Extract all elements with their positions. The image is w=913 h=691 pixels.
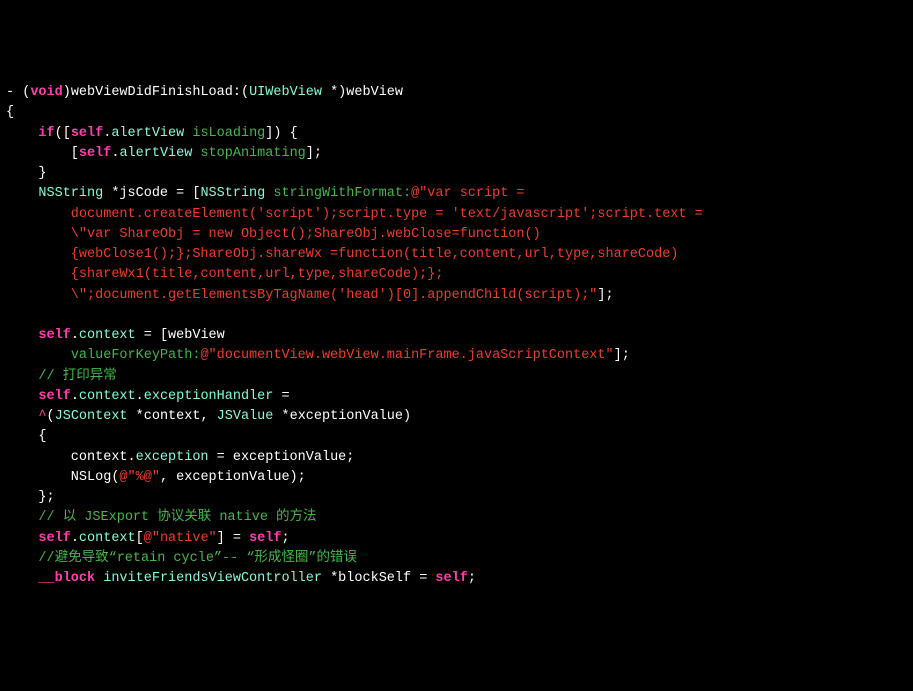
code-line: }; (6, 490, 55, 505)
code-line: //避免导致“retain cycle”-- “形成怪圈”的错误 (6, 551, 357, 566)
code-line: context.exception = exceptionValue; (6, 450, 354, 465)
code-line: {webClose1();};ShareObj.shareWx =functio… (6, 247, 678, 262)
code-line: {shareWx1(title,content,url,type,shareCo… (6, 267, 443, 282)
code-line: \";document.getElementsByTagName('head')… (6, 288, 614, 303)
code-line: { (6, 105, 14, 120)
code-line: - (void)webViewDidFinishLoad:(UIWebView … (6, 85, 403, 100)
code-line: self.context[@"native"] = self; (6, 531, 290, 546)
code-line: __block inviteFriendsViewController *blo… (6, 571, 476, 586)
code-line: self.context.exceptionHandler = (6, 389, 290, 404)
code-line: NSString *jsCode = [NSString stringWithF… (6, 186, 525, 201)
code-editor[interactable]: - (void)webViewDidFinishLoad:(UIWebView … (0, 81, 913, 589)
code-line: \"var ShareObj = new Object();ShareObj.w… (6, 227, 541, 242)
code-line: NSLog(@"%@", exceptionValue); (6, 470, 306, 485)
code-line: // 打印异常 (6, 369, 117, 384)
code-line: // 以 JSExport 协议关联 native 的方法 (6, 510, 317, 525)
code-line: document.createElement('script');script.… (6, 207, 703, 222)
code-line: [self.alertView stopAnimating]; (6, 146, 322, 161)
code-line: { (6, 429, 47, 444)
code-line: valueForKeyPath:@"documentView.webView.m… (6, 348, 630, 363)
code-line: if([self.alertView isLoading]) { (6, 126, 298, 141)
code-line: } (6, 166, 47, 181)
code-line: ^(JSContext *context, JSValue *exception… (6, 409, 411, 424)
code-line: self.context = [webView (6, 328, 225, 343)
